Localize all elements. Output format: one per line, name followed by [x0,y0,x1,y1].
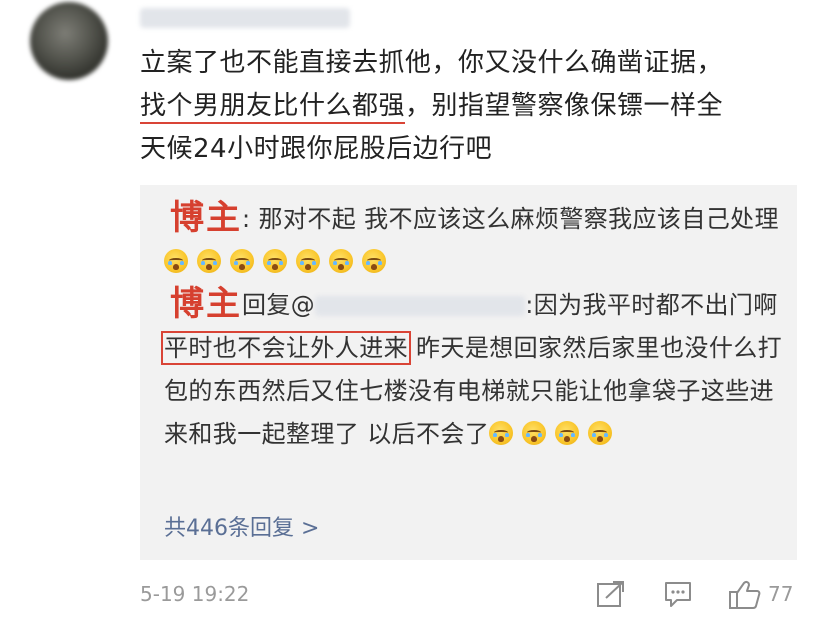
crying-emoji-icon [555,421,580,445]
blogger-label[interactable]: 博主 [170,197,242,240]
blogger-label[interactable]: 博主 [170,283,242,326]
reply-text: :因为我平时都不出门啊 [525,291,778,319]
reply-item: 博主回复@:因为我平时都不出门啊平时也不会让外人进来 昨天是想回家然后家里也没什… [161,281,784,456]
crying-emoji-icon [588,421,613,445]
comment-footer: 5-19 19:22 77 [140,578,805,612]
crying-emoji-icon [164,249,188,273]
crying-emoji-icon [522,421,547,445]
comment-line-1: 立案了也不能直接去抓他，你又没什么确凿证据， [140,48,724,78]
share-icon[interactable] [596,580,626,613]
more-replies-link[interactable]: 共446条回复 > [164,510,319,542]
reply-text: : 那对不起 我不应该这么麻烦警察我应该自己处理 [242,205,779,233]
comment-line-3: 天候24小时跟你屁股后边行吧 [140,134,493,164]
comment-text: 立案了也不能直接去抓他，你又没什么确凿证据， 找个男朋友比什么都强，别指望警察像… [140,42,810,171]
crying-emoji-icon [230,249,254,273]
crying-emoji-icon [263,249,287,273]
crying-emoji-icon [489,421,514,445]
crying-emoji-icon [296,249,320,273]
comment-line-2-rest: ，别指望警察像保镖一样全 [405,91,724,121]
avatar[interactable] [30,2,108,80]
crying-emoji-icon [197,249,221,273]
username-blurred[interactable] [140,8,350,28]
comment-underlined-phrase: 找个男朋友比什么都强 [140,91,406,124]
reply-thread: 博主: 那对不起 我不应该这么麻烦警察我应该自己处理 博主回复@:因为我平时都不… [140,185,797,560]
timestamp: 5-19 19:22 [140,582,250,606]
thumbs-up-icon[interactable] [728,580,762,615]
mentioned-user-blurred[interactable] [315,296,526,316]
comment-icon[interactable] [663,580,693,613]
boxed-phrase: 平时也不会让外人进来 [161,331,411,365]
reply-prefix: 回复@ [242,291,316,319]
like-count: 77 [768,582,794,606]
reply-item: 博主: 那对不起 我不应该这么麻烦警察我应该自己处理 [164,195,784,284]
crying-emoji-icon [362,249,386,273]
crying-emoji-icon [329,249,353,273]
